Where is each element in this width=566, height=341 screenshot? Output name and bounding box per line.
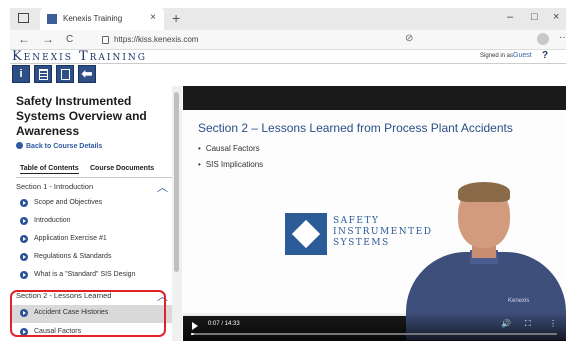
lesson-label: Application Exercise #1	[34, 235, 107, 242]
new-tab-button[interactable]: +	[172, 10, 180, 26]
browser-tab-bar: Kenexis Training × + – □ ×	[10, 8, 566, 30]
collapse-caret-icon[interactable]: ︿	[157, 179, 168, 195]
sidebar-tabs: Table of Contents Course Documents	[16, 165, 176, 177]
site-brand-logo[interactable]: Kenexis Training	[12, 50, 147, 64]
document-button[interactable]	[56, 65, 74, 83]
section-1-header[interactable]: Section 1 - Introduction ︿	[10, 179, 181, 195]
tracking-icon[interactable]: ⊘	[405, 33, 413, 44]
browser-menu-button[interactable]: ···	[559, 32, 566, 43]
lesson-label: Scope and Objectives	[34, 199, 103, 206]
notes-button[interactable]	[34, 65, 52, 83]
video-player[interactable]: Section 2 – Lessons Learned from Process…	[183, 86, 566, 341]
back-to-course-link[interactable]: Back to Course Details	[16, 142, 102, 150]
play-circle-icon	[20, 217, 28, 225]
forward-button[interactable]: →	[42, 32, 54, 46]
lock-icon	[102, 36, 109, 44]
lesson-item[interactable]: Scope and Objectives	[10, 195, 181, 213]
lesson-item[interactable]: Application Exercise #1	[10, 231, 181, 249]
minimize-button[interactable]: –	[507, 11, 513, 23]
lecture-slide: Section 2 – Lessons Learned from Process…	[183, 110, 566, 340]
arrow-left-icon: ⬅	[81, 66, 93, 81]
lesson-item[interactable]: Regulations & Standards	[10, 249, 181, 267]
shirt-logo: Kenexis	[508, 298, 530, 304]
tabs-divider	[16, 177, 174, 178]
maximize-button[interactable]: □	[531, 11, 538, 23]
scrollbar-thumb[interactable]	[174, 92, 179, 272]
browser-tab[interactable]: Kenexis Training ×	[40, 8, 164, 30]
video-controls: 0:07 / 14:33 🔊 ⛶ ⋮	[183, 312, 566, 341]
tab-title: Kenexis Training	[63, 14, 123, 23]
back-link-label: Back to Course Details	[26, 143, 103, 150]
back-button[interactable]: ←	[18, 32, 30, 46]
slide-bullet: SIS Implications	[198, 160, 263, 169]
slide-bullet: Causal Factors	[198, 144, 263, 153]
lesson-label: Regulations & Standards	[34, 253, 112, 260]
info-icon: i	[19, 68, 23, 80]
play-circle-icon	[20, 271, 28, 279]
address-bar: ← → C https://kiss.kenexis.com ⊘ ···	[10, 30, 566, 50]
fullscreen-icon[interactable]: ⛶	[525, 319, 531, 329]
tab-table-of-contents[interactable]: Table of Contents	[20, 165, 79, 174]
lesson-label: Introduction	[34, 217, 71, 224]
window-menu-icon[interactable]	[18, 13, 29, 23]
tab-course-documents[interactable]: Course Documents	[90, 165, 154, 172]
course-title: Safety Instrumented Systems Overview and…	[16, 94, 147, 138]
section-title: Section 1 - Introduction	[16, 182, 94, 191]
play-icon[interactable]	[192, 322, 198, 330]
info-button[interactable]: i	[12, 65, 30, 83]
tab-close-icon[interactable]: ×	[150, 12, 156, 23]
favicon-icon	[47, 14, 57, 24]
exit-button[interactable]: ⬅	[78, 65, 96, 83]
logo-mark-icon	[285, 213, 327, 255]
document-icon	[60, 69, 70, 80]
site-header: Kenexis Training Signed in as Guest ?	[10, 50, 566, 64]
notes-icon	[38, 69, 48, 80]
back-arrow-icon	[16, 142, 23, 149]
help-icon[interactable]: ?	[542, 50, 548, 61]
lesson-label: What is a "Standard" SIS Design	[34, 271, 136, 278]
course-toolbar: i ⬅	[10, 64, 566, 84]
reload-button[interactable]: C	[66, 34, 73, 45]
lesson-item[interactable]: Introduction	[10, 213, 181, 231]
play-circle-icon	[20, 199, 28, 207]
slide-title: Section 2 – Lessons Learned from Process…	[198, 121, 513, 135]
profile-icon[interactable]	[537, 33, 549, 45]
video-menu-icon[interactable]: ⋮	[549, 319, 557, 328]
signed-in-label: Signed in as	[480, 53, 514, 59]
progress-fill	[191, 333, 194, 335]
video-progress-bar[interactable]	[191, 333, 557, 335]
lesson-item[interactable]: What is a "Standard" SIS Design	[10, 267, 181, 285]
volume-icon[interactable]: 🔊	[501, 319, 511, 328]
play-circle-icon	[20, 253, 28, 261]
highlight-annotation	[10, 290, 166, 337]
video-time: 0:07 / 14:33	[208, 321, 240, 327]
slide-bullets: Causal Factors SIS Implications	[198, 144, 263, 176]
play-circle-icon	[20, 235, 28, 243]
close-window-button[interactable]: ×	[553, 11, 559, 23]
url-field[interactable]: https://kiss.kenexis.com	[114, 35, 198, 44]
user-link[interactable]: Guest	[513, 52, 532, 59]
